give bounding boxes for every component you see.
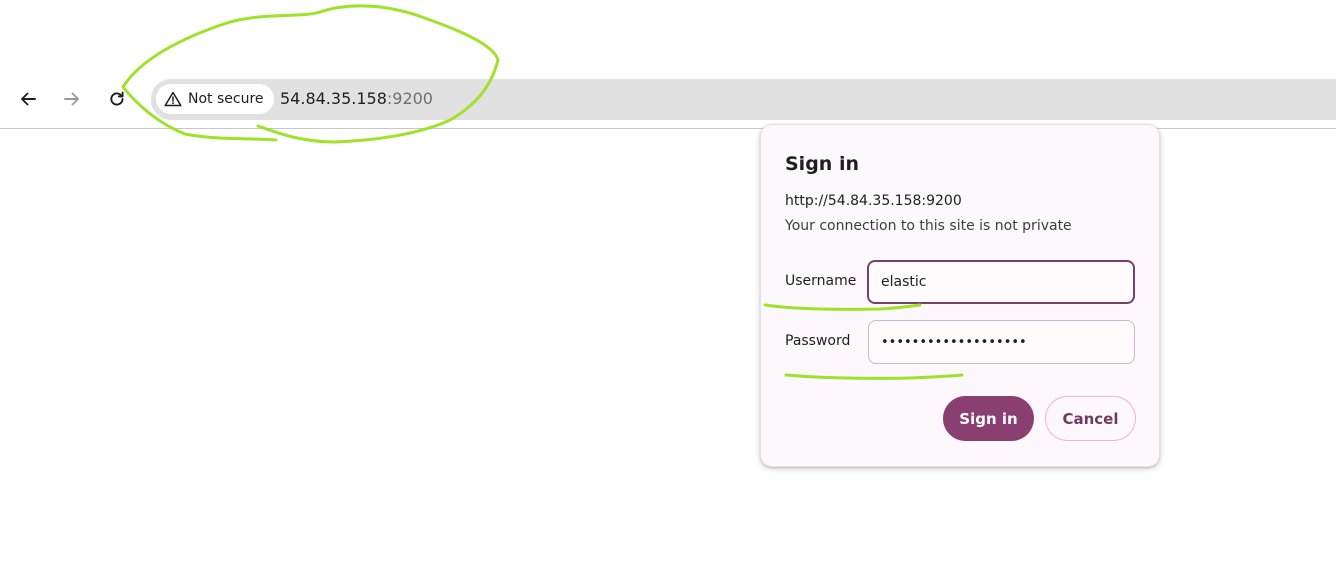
back-button[interactable] bbox=[13, 84, 43, 114]
security-chip[interactable]: Not secure bbox=[156, 84, 274, 114]
reload-button[interactable] bbox=[102, 84, 132, 114]
sign-in-dialog: Sign in http://54.84.35.158:9200 Your co… bbox=[760, 124, 1160, 467]
url-text[interactable]: 54.84.35.158:9200 bbox=[280, 88, 433, 110]
url-host: 54.84.35.158 bbox=[280, 89, 387, 108]
password-label: Password bbox=[785, 333, 851, 349]
forward-button[interactable] bbox=[57, 84, 87, 114]
reload-icon bbox=[110, 91, 124, 106]
password-field[interactable] bbox=[868, 320, 1135, 364]
dialog-origin: http://54.84.35.158:9200 bbox=[785, 193, 962, 209]
security-chip-label: Not secure bbox=[188, 91, 264, 107]
url-port: :9200 bbox=[386, 89, 433, 108]
browser-window: Not secure 54.84.35.158:9200 Sign in htt… bbox=[0, 0, 1336, 579]
username-field[interactable] bbox=[867, 260, 1135, 304]
dialog-privacy-note: Your connection to this site is not priv… bbox=[785, 218, 1072, 234]
cancel-button[interactable]: Cancel bbox=[1045, 396, 1136, 441]
warning-triangle-icon bbox=[164, 91, 182, 107]
dialog-title: Sign in bbox=[785, 153, 859, 175]
arrow-left-icon bbox=[21, 92, 36, 106]
arrow-right-icon bbox=[64, 92, 79, 106]
sign-in-button[interactable]: Sign in bbox=[943, 396, 1034, 441]
username-label: Username bbox=[785, 273, 857, 289]
